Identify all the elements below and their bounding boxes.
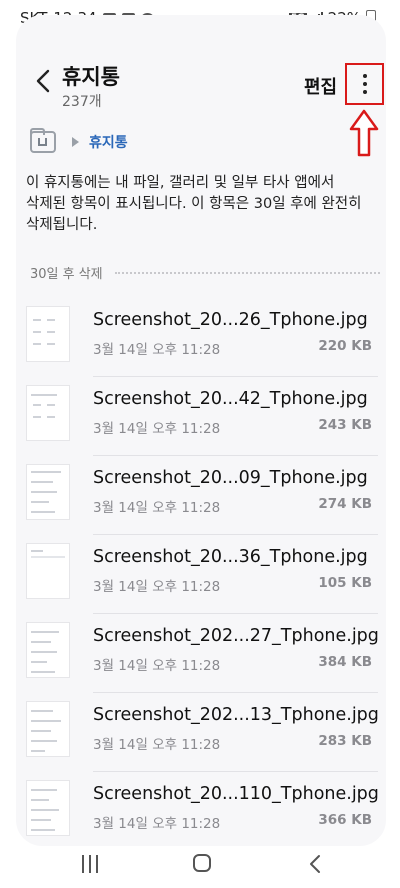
file-date: 3월 14일 오후 11:28 [93,342,221,358]
list-item[interactable]: Screenshot_20...36_Tphone.jpg 3월 14일 오후 … [16,535,386,614]
list-item[interactable]: Screenshot_20...42_Tphone.jpg 3월 14일 오후 … [16,377,386,456]
recent-apps-icon-bar [89,855,91,873]
home-button[interactable] [193,854,211,872]
file-size: 274 KB [318,496,372,512]
file-thumbnail [26,622,70,678]
file-size: 384 KB [318,654,372,670]
file-name: Screenshot_20...26_Tphone.jpg [93,310,368,330]
info-line: 삭제됩니다. [26,217,98,233]
file-name: Screenshot_202...27_Tphone.jpg [93,626,379,646]
file-date: 3월 14일 오후 11:28 [93,421,221,437]
file-thumbnail [26,306,70,362]
file-date: 3월 14일 오후 11:28 [93,737,221,753]
list-item[interactable]: Screenshot_202...27_Tphone.jpg 3월 14일 오후… [16,614,386,693]
info-line: 삭제된 항목이 표시됩니다. 이 항목은 30일 후에 완전히 [26,196,362,212]
file-size: 220 KB [318,338,372,354]
list-item[interactable]: Screenshot_20...26_Tphone.jpg 3월 14일 오후 … [16,298,386,377]
recent-apps-icon-bar [96,855,98,873]
file-thumbnail [26,780,70,836]
file-date: 3월 14일 오후 11:28 [93,658,221,674]
file-size: 283 KB [318,733,372,749]
more-vertical-icon [362,74,367,78]
back-arrow-icon [36,69,50,93]
file-date: 3월 14일 오후 11:28 [93,816,221,832]
file-thumbnail [26,543,70,599]
list-item[interactable]: Screenshot_202...13_Tphone.jpg 3월 14일 오후… [16,693,386,772]
home-folder-icon[interactable] [30,128,56,153]
trash-screen: 휴지통 237개 편집 휴지통 이 휴지통에는 내 파일, 갤러리 및 일부 타… [16,15,386,846]
red-up-arrow-icon [349,109,379,157]
section-label: 30일 후 삭제 [30,267,103,282]
list-item[interactable]: Screenshot_20...110_Tphone.jpg 3월 14일 오후… [16,772,386,846]
file-thumbnail [26,464,70,520]
more-vertical-icon-dot [362,90,367,94]
file-size: 366 KB [318,812,372,828]
file-size: 105 KB [318,575,372,591]
file-date: 3월 14일 오후 11:28 [93,500,221,516]
recent-apps-button[interactable] [82,855,100,873]
system-back-icon[interactable] [308,854,322,874]
file-name: Screenshot_20...36_Tphone.jpg [93,547,368,567]
file-thumbnail [26,701,70,757]
file-name: Screenshot_20...42_Tphone.jpg [93,389,368,409]
breadcrumb-arrow-icon [72,137,79,147]
back-button[interactable] [24,63,60,99]
breadcrumb: 휴지통 [30,127,128,157]
file-name: Screenshot_20...09_Tphone.jpg [93,468,368,488]
file-thumbnail [26,385,70,441]
list-item[interactable]: Screenshot_20...09_Tphone.jpg 3월 14일 오후 … [16,456,386,535]
section-header: 30일 후 삭제 [30,263,380,282]
info-line: 이 휴지통에는 내 파일, 갤러리 및 일부 타사 앱에서 [26,175,335,191]
file-date: 3월 14일 오후 11:28 [93,579,221,595]
trash-info-text: 이 휴지통에는 내 파일, 갤러리 및 일부 타사 앱에서 삭제된 항목이 표시… [26,173,378,236]
breadcrumb-current[interactable]: 휴지통 [89,132,128,152]
section-divider [114,271,380,274]
recent-apps-icon [82,855,84,873]
app-bar: 휴지통 237개 편집 [16,15,386,115]
item-count: 237개 [62,94,102,110]
file-list: Screenshot_20...26_Tphone.jpg 3월 14일 오후 … [16,298,386,846]
system-nav-bar [0,846,400,888]
file-name: Screenshot_20...110_Tphone.jpg [93,784,379,804]
file-size: 243 KB [318,417,372,433]
file-name: Screenshot_202...13_Tphone.jpg [93,705,379,725]
page-title: 휴지통 [62,65,120,89]
more-options-button[interactable] [345,63,384,105]
more-vertical-icon-dot [362,82,367,86]
edit-button[interactable]: 편집 [304,73,337,99]
